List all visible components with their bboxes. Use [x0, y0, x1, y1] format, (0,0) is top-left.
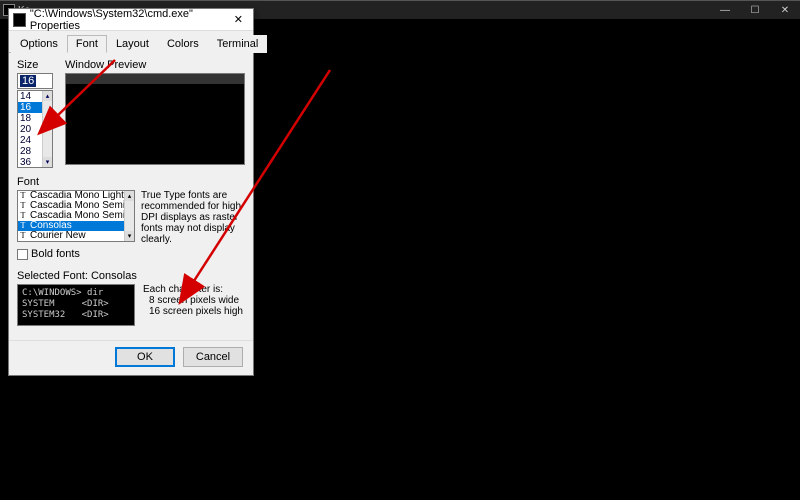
maximize-button[interactable]: ☐	[740, 1, 770, 19]
dialog-button-row: OK Cancel	[9, 340, 253, 375]
font-option[interactable]: 𝕋Courier New	[18, 231, 134, 241]
tab-layout[interactable]: Layout	[107, 35, 158, 53]
size-listbox[interactable]: 14 16 18 20 24 28 36 ▴ ▾	[17, 90, 53, 168]
dialog-titlebar[interactable]: "C:\Windows\System32\cmd.exe" Properties…	[9, 9, 253, 31]
tab-options[interactable]: Options	[11, 35, 67, 53]
cmd-icon	[13, 13, 26, 27]
truetype-hint: True Type fonts are recommended for high…	[141, 190, 245, 245]
ok-button[interactable]: OK	[115, 347, 175, 367]
size-input[interactable]: 16	[17, 73, 53, 89]
preview-label: Window Preview	[65, 59, 245, 71]
bold-fonts-label: Bold fonts	[31, 248, 80, 260]
size-label: Size	[17, 59, 57, 71]
bold-fonts-checkbox[interactable]	[17, 249, 28, 260]
selected-font-label: Selected Font: Consolas	[17, 270, 245, 282]
font-listbox[interactable]: 𝕋Cascadia Mono Light 𝕋Cascadia Mono Semi…	[17, 190, 135, 242]
scroll-up-icon[interactable]: ▴	[43, 91, 52, 101]
dialog-close-button[interactable]: ✕	[226, 11, 251, 29]
cancel-button[interactable]: Cancel	[183, 347, 243, 367]
tab-strip: Options Font Layout Colors Terminal	[9, 31, 253, 53]
dialog-title: "C:\Windows\System32\cmd.exe" Properties	[30, 8, 226, 32]
minimize-button[interactable]: —	[710, 1, 740, 19]
window-controls: — ☐ ✕	[710, 1, 800, 19]
sample-preview: C:\WINDOWS> dir SYSTEM <DIR> SYSTEM32 <D…	[17, 284, 135, 326]
tab-font[interactable]: Font	[67, 35, 107, 53]
scrollbar[interactable]: ▴ ▾	[124, 191, 134, 241]
scroll-down-icon[interactable]: ▾	[125, 231, 134, 241]
scrollbar[interactable]: ▴ ▾	[42, 91, 52, 167]
font-label: Font	[17, 176, 245, 188]
scroll-down-icon[interactable]: ▾	[43, 157, 52, 167]
window-preview	[65, 73, 245, 165]
tab-terminal[interactable]: Terminal	[208, 35, 268, 53]
properties-dialog: "C:\Windows\System32\cmd.exe" Properties…	[8, 8, 254, 376]
tab-colors[interactable]: Colors	[158, 35, 208, 53]
tab-body-font: Size 16 14 16 18 20 24 28 36 ▴ ▾ Win	[9, 53, 253, 334]
scroll-up-icon[interactable]: ▴	[125, 191, 134, 201]
character-dimensions: Each character is: 8 screen pixels wide …	[143, 284, 245, 326]
close-button[interactable]: ✕	[770, 1, 800, 19]
